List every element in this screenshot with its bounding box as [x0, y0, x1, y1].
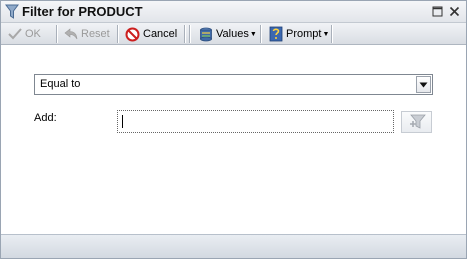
toolbar-separator — [189, 25, 191, 43]
add-filter-button[interactable] — [401, 111, 432, 133]
values-button[interactable]: Values ▼ — [196, 25, 260, 43]
filter-dialog: Filter for PRODUCT OK Reset Cancel Value… — [0, 0, 467, 259]
values-label: Values — [216, 28, 249, 40]
operator-select[interactable]: Equal to — [34, 74, 433, 95]
reset-button[interactable]: Reset — [61, 25, 113, 43]
cancel-button[interactable]: Cancel — [122, 25, 180, 43]
filter-funnel-icon — [5, 4, 19, 19]
reset-arrow-icon — [64, 28, 78, 40]
cancel-label: Cancel — [143, 28, 178, 40]
toolbar-separator — [331, 25, 333, 43]
operator-value: Equal to — [40, 78, 81, 90]
toolbar: OK Reset Cancel Values ▼ Prompt ▼ — [1, 23, 466, 45]
filter-content: Equal to Add: — [1, 46, 466, 234]
add-label: Add: — [34, 112, 57, 124]
add-value-input[interactable] — [119, 112, 392, 131]
ok-label: OK — [25, 28, 41, 40]
toolbar-separator — [117, 25, 119, 43]
prompt-icon — [269, 26, 283, 42]
toolbar-separator — [56, 25, 58, 43]
add-filter-icon — [409, 114, 426, 129]
prompt-label: Prompt — [286, 28, 322, 40]
dropdown-arrow-icon[interactable] — [416, 76, 431, 93]
add-value-field[interactable] — [117, 110, 394, 133]
checkmark-icon — [8, 28, 22, 40]
prompt-button[interactable]: Prompt ▼ — [266, 25, 332, 43]
cancel-icon — [125, 27, 140, 41]
status-bar — [1, 234, 466, 258]
maximize-icon[interactable] — [432, 6, 443, 17]
chevron-down-icon: ▼ — [322, 30, 330, 38]
reset-label: Reset — [81, 28, 110, 40]
values-icon — [200, 27, 212, 41]
text-cursor — [122, 115, 123, 128]
chevron-down-icon: ▼ — [249, 30, 257, 38]
toolbar-separator — [260, 25, 262, 43]
title-bar[interactable]: Filter for PRODUCT — [1, 1, 466, 23]
toolbar-separator — [184, 25, 186, 43]
window-title: Filter for PRODUCT — [22, 4, 143, 19]
ok-button[interactable]: OK — [5, 25, 44, 43]
close-icon[interactable] — [449, 6, 460, 17]
